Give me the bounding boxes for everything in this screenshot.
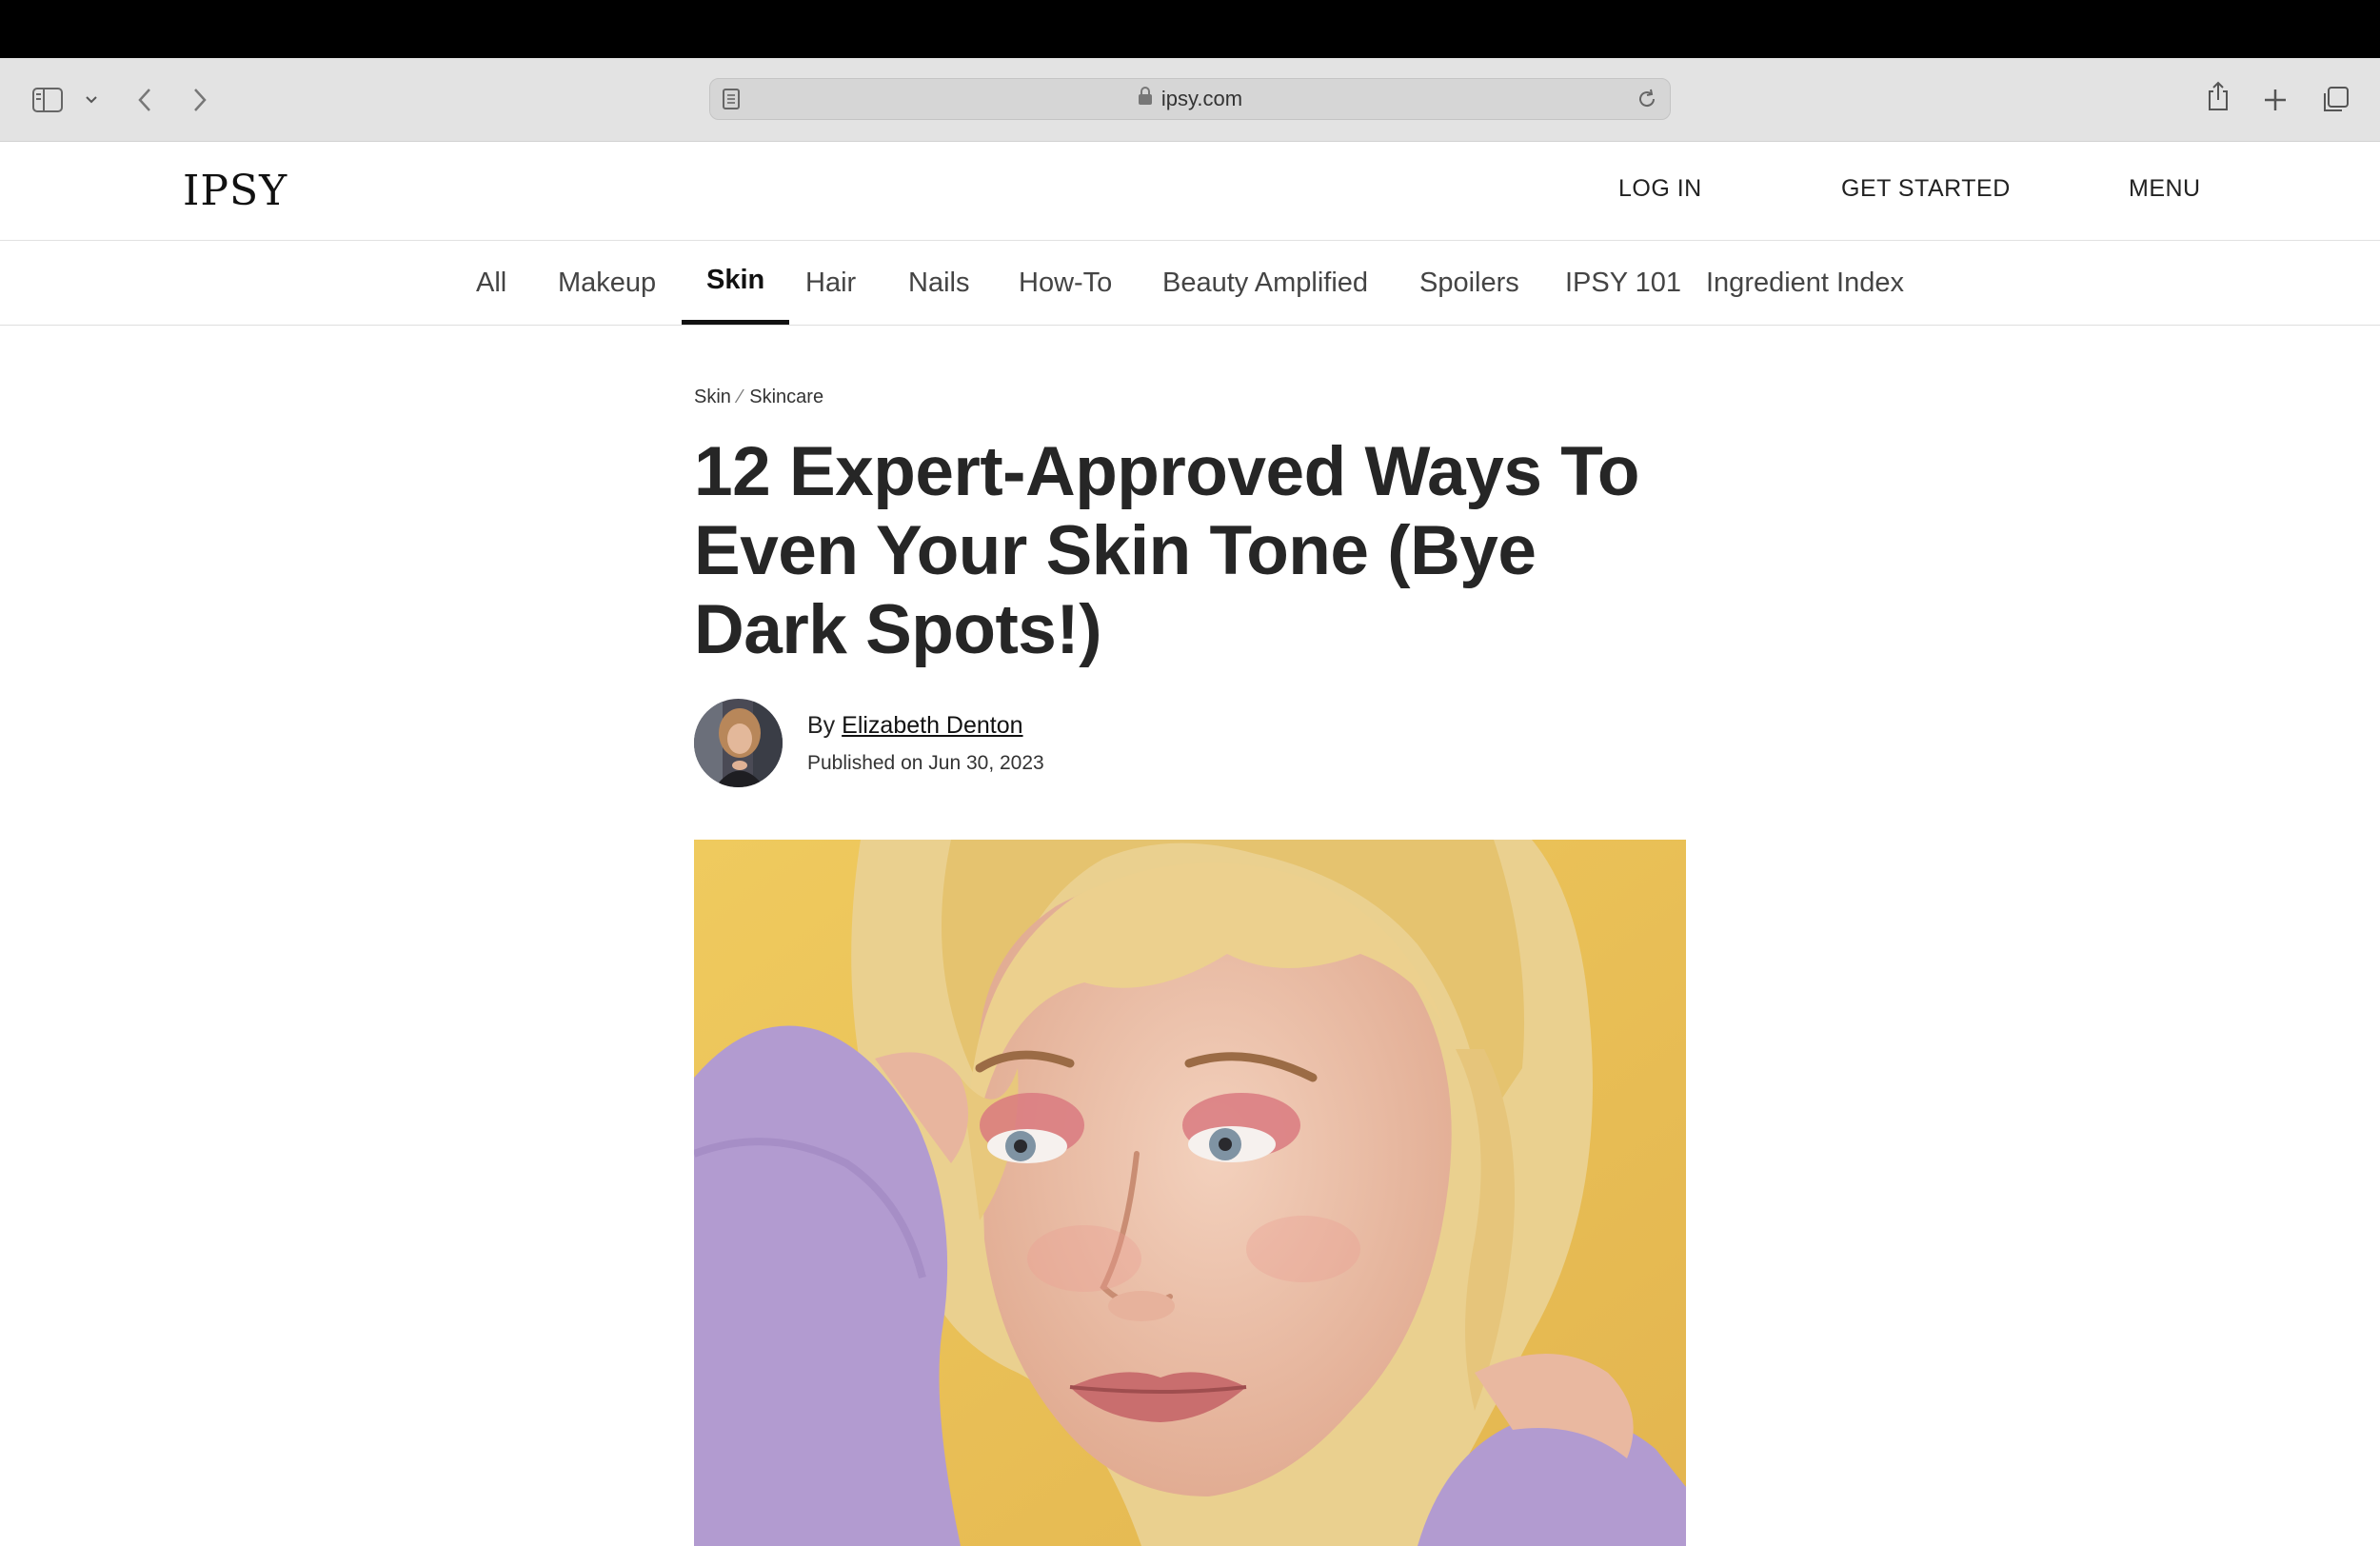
tab-beauty-amplified[interactable]: Beauty Amplified [1162,241,1368,325]
forward-arrow-icon[interactable] [181,81,219,119]
breadcrumb-separator: ⁄ [738,386,743,407]
category-nav: All Makeup Skin Hair Nails How-To Beauty… [0,241,2380,326]
published-date: Published on Jun 30, 2023 [807,752,1044,774]
tab-ingredient-index[interactable]: Ingredient Index [1706,241,1904,325]
menu-button[interactable]: MENU [2129,175,2201,203]
hero-image [694,840,1686,1546]
breadcrumb-skincare[interactable]: Skincare [749,386,823,407]
byline: By Elizabeth Denton [807,712,1023,740]
site-header: IPSY LOG IN GET STARTED MENU [0,141,2380,241]
sidebar-icon[interactable] [29,81,67,119]
url-text: ipsy.com [1160,87,1243,110]
tab-ipsy-101[interactable]: IPSY 101 [1565,241,1681,325]
breadcrumb-skin[interactable]: Skin [694,386,731,407]
tab-all[interactable]: All [476,241,506,325]
reload-icon[interactable] [1636,88,1658,114]
article-title: 12 Expert-Approved Ways To Even Your Ski… [694,433,1640,668]
hero-illustration [694,840,1686,1546]
by-label: By [807,712,836,739]
author-avatar[interactable] [694,699,783,787]
browser-toolbar: ipsy.com [0,58,2380,142]
share-icon[interactable] [2199,77,2237,115]
ipsy-logo[interactable]: IPSY [183,167,288,215]
address-bar[interactable]: ipsy.com [709,78,1671,120]
lock-icon [1138,87,1153,111]
get-started-link[interactable]: GET STARTED [1841,175,2011,203]
back-arrow-icon[interactable] [126,81,164,119]
system-top-bar [0,0,2380,58]
tab-hair[interactable]: Hair [805,241,856,325]
breadcrumb: Skin ⁄ Skincare [694,386,823,408]
chevron-down-icon[interactable] [74,81,109,119]
tabs-overview-icon[interactable] [2316,81,2354,119]
author-link[interactable]: Elizabeth Denton [842,712,1022,739]
plus-icon[interactable] [2256,81,2294,119]
tab-spoilers[interactable]: Spoilers [1419,241,1519,325]
tab-skin[interactable]: Skin [682,241,790,325]
login-link[interactable]: LOG IN [1618,175,1702,203]
tab-nails[interactable]: Nails [908,241,969,325]
tab-makeup[interactable]: Makeup [558,241,656,325]
tab-how-to[interactable]: How-To [1019,241,1112,325]
url-display: ipsy.com [710,79,1670,119]
